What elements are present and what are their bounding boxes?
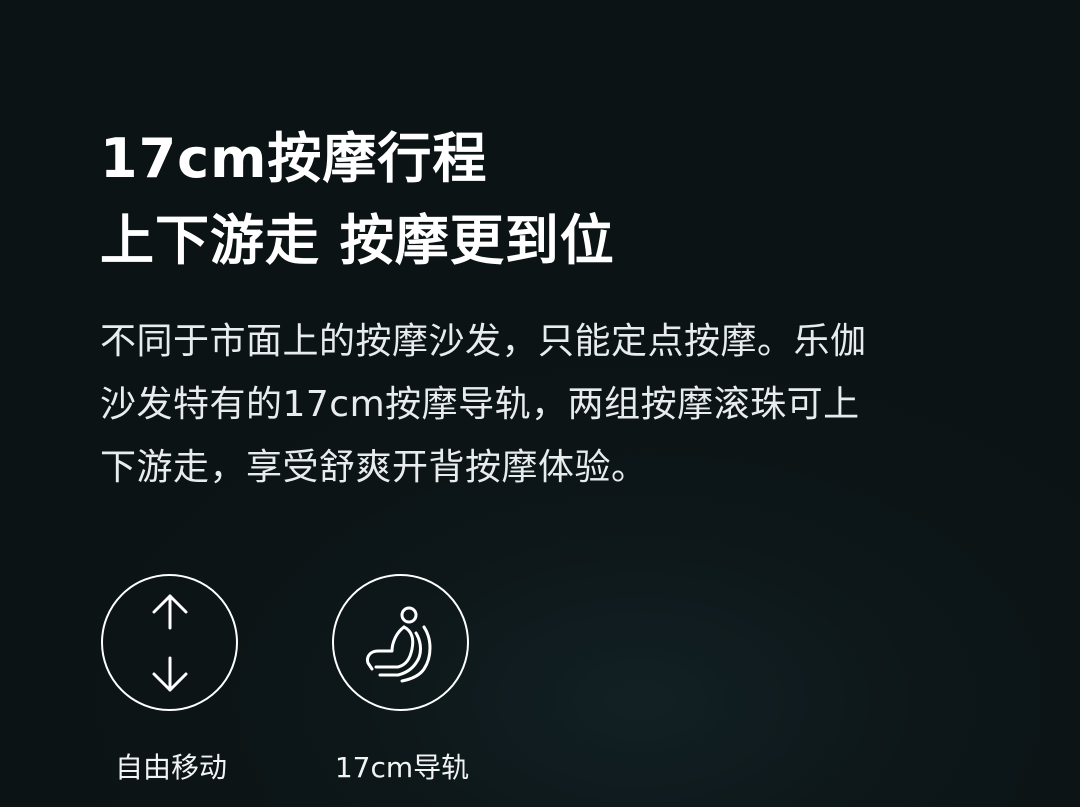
up-down-arrows-icon: [152, 594, 187, 691]
feature-icon-circle: [332, 574, 469, 711]
description-line-2: 沙发特有的17cm按摩导轨，两组按摩滚珠可上: [100, 384, 860, 425]
feature-17cm-rail: 17cm导轨: [332, 574, 472, 784]
description-line-1: 不同于市面上的按摩沙发，只能定点按摩。乐伽: [100, 321, 867, 362]
feature-description: 不同于市面上的按摩沙发，只能定点按摩。乐伽 沙发特有的17cm按摩导轨，两组按摩…: [100, 310, 980, 499]
feature-label: 17cm导轨: [334, 751, 470, 784]
feature-free-movement: 自由移动: [101, 574, 241, 784]
headline-line-1: 17cm按摩行程: [100, 127, 488, 190]
feature-label: 自由移动: [114, 751, 227, 784]
headline: 17cm按摩行程 上下游走 按摩更到位: [100, 118, 615, 282]
massage-chair-icon: [365, 606, 431, 682]
headline-line-2: 上下游走 按摩更到位: [100, 209, 615, 272]
description-line-3: 下游走，享受舒爽开背按摩体验。: [100, 447, 648, 488]
feature-icon-circle: [101, 574, 238, 711]
product-feature-section: 17cm按摩行程 上下游走 按摩更到位 不同于市面上的按摩沙发，只能定点按摩。乐…: [0, 0, 1080, 807]
